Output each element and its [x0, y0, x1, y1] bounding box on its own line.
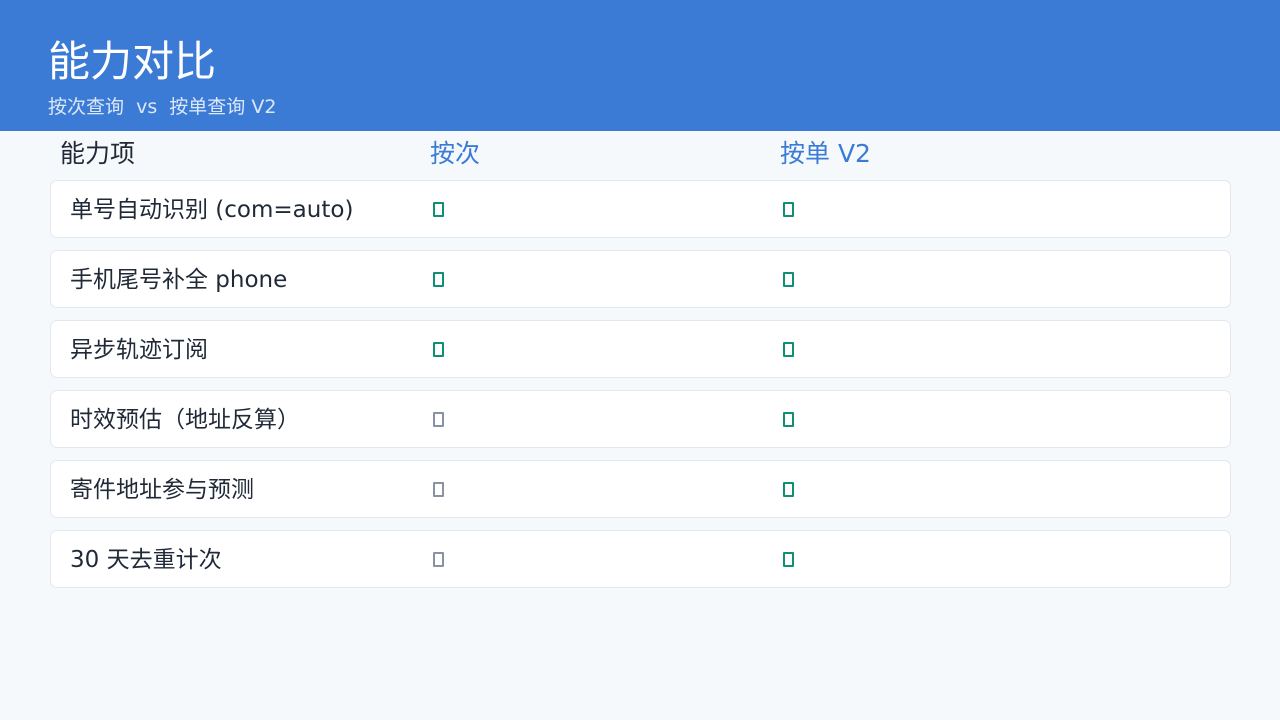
- table-row: 单号自动识别 (com=auto): [50, 180, 1231, 238]
- per-query-status-icon: [433, 342, 444, 357]
- per-order-status-icon: [783, 272, 794, 287]
- table-row: 30 天去重计次: [50, 530, 1231, 588]
- column-header-per-query: 按次: [430, 139, 481, 168]
- per-query-status-icon: [433, 412, 444, 427]
- per-query-status-icon: [433, 272, 444, 287]
- per-order-status-icon: [783, 482, 794, 497]
- table-row: 手机尾号补全 phone: [50, 250, 1231, 308]
- row-label: 30 天去重计次: [70, 547, 222, 573]
- page-subtitle: 按次查询 vs 按单查询 V2: [48, 96, 277, 118]
- per-order-status-icon: [783, 342, 794, 357]
- per-query-status-icon: [433, 202, 444, 217]
- header-banner: 能力对比 按次查询 vs 按单查询 V2: [0, 0, 1280, 131]
- row-label: 异步轨迹订阅: [70, 337, 208, 363]
- per-query-status-icon: [433, 552, 444, 567]
- row-label: 时效预估（地址反算）: [70, 407, 300, 433]
- column-header-capability: 能力项: [60, 139, 136, 168]
- column-header-per-order: 按单 V2: [780, 139, 871, 168]
- comparison-table: 单号自动识别 (com=auto) 手机尾号补全 phone 异步轨迹订阅 时效…: [50, 180, 1231, 600]
- per-order-status-icon: [783, 202, 794, 217]
- row-label: 手机尾号补全 phone: [70, 267, 288, 293]
- table-row: 寄件地址参与预测: [50, 460, 1231, 518]
- per-order-status-icon: [783, 412, 794, 427]
- table-row: 时效预估（地址反算）: [50, 390, 1231, 448]
- row-label: 寄件地址参与预测: [70, 477, 254, 503]
- row-label: 单号自动识别 (com=auto): [70, 197, 354, 223]
- page-title: 能力对比: [48, 37, 217, 86]
- per-query-status-icon: [433, 482, 444, 497]
- table-row: 异步轨迹订阅: [50, 320, 1231, 378]
- per-order-status-icon: [783, 552, 794, 567]
